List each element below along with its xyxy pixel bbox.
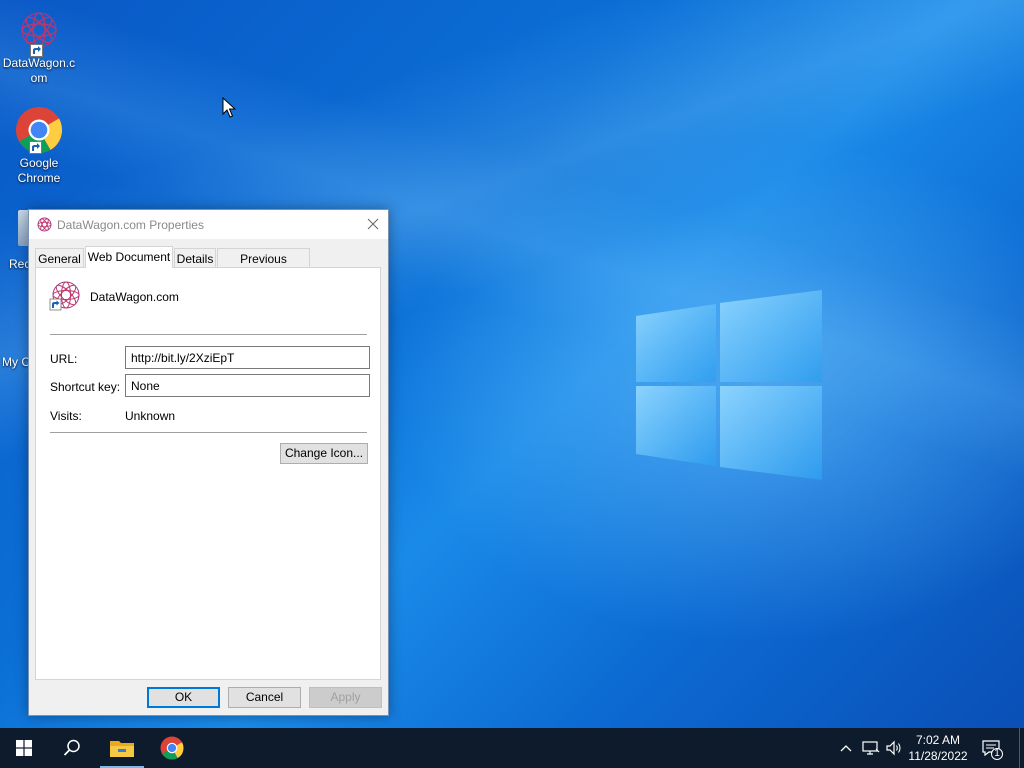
tab-previous-versions[interactable]: Previous Versions — [217, 248, 310, 280]
desktop-icon-label-partial: My C — [2, 355, 30, 369]
windows-start-icon — [16, 740, 32, 756]
dialog-title: DataWagon.com Properties — [57, 218, 204, 232]
file-explorer-icon — [110, 741, 134, 757]
search-button[interactable] — [48, 728, 96, 768]
shortcut-arrow-icon — [30, 44, 43, 57]
system-clock[interactable]: 7:02 AM 11/28/2022 — [900, 732, 976, 764]
desktop: DataWagon.com Google Chrome Rec My C Dat… — [0, 0, 1024, 728]
mouse-cursor-icon — [222, 97, 236, 118]
separator — [50, 432, 367, 433]
action-center-button[interactable]: 1 — [981, 738, 1003, 760]
apply-button[interactable]: Apply — [309, 687, 382, 708]
cancel-button[interactable]: Cancel — [228, 687, 301, 708]
network-icon[interactable] — [862, 739, 880, 757]
desktop-icon-datawagon[interactable]: DataWagon.com — [0, 8, 78, 86]
url-input[interactable] — [125, 346, 370, 369]
shortcut-key-label: Shortcut key: — [50, 380, 121, 394]
shortcut-arrow-icon — [29, 141, 42, 154]
web-document-panel: DataWagon.com URL: Shortcut key: Visits:… — [35, 267, 381, 680]
file-explorer-taskbar-button[interactable] — [98, 728, 146, 768]
search-icon — [63, 739, 80, 756]
clock-date: 11/28/2022 — [908, 749, 968, 763]
start-button[interactable] — [0, 728, 48, 768]
document-name: DataWagon.com — [90, 290, 179, 304]
separator — [50, 334, 367, 335]
dialog-titlebar[interactable]: DataWagon.com Properties — [29, 210, 388, 239]
tab-web-document[interactable]: Web Document — [85, 246, 173, 268]
desktop-icon-label: DataWagon.com — [2, 56, 76, 85]
change-icon-button[interactable]: Change Icon... — [280, 443, 368, 464]
visits-label: Visits: — [50, 409, 82, 423]
chrome-taskbar-button[interactable] — [148, 728, 196, 768]
desktop-icon-label: Google Chrome — [17, 156, 61, 185]
datawagon-icon — [37, 217, 52, 232]
chrome-icon — [160, 736, 184, 760]
show-desktop-button[interactable] — [1019, 728, 1024, 768]
shortcut-key-input[interactable] — [125, 374, 370, 397]
ok-button[interactable]: OK — [147, 687, 220, 708]
taskbar: 7:02 AM 11/28/2022 1 — [0, 728, 1024, 768]
clock-time: 7:02 AM — [915, 733, 961, 747]
notification-count-badge: 1 — [994, 748, 1000, 759]
visits-value: Unknown — [125, 409, 176, 423]
properties-dialog: DataWagon.com Properties General Web Doc… — [28, 209, 389, 716]
close-button[interactable] — [358, 210, 388, 239]
datawagon-icon — [49, 281, 80, 311]
desktop-icon-chrome[interactable]: Google Chrome — [0, 106, 78, 186]
url-label: URL: — [50, 352, 78, 366]
close-icon — [367, 218, 379, 230]
tab-details[interactable]: Details — [174, 248, 216, 268]
wallpaper-windows-logo — [636, 290, 822, 480]
show-hidden-icons-chevron-icon[interactable] — [838, 740, 854, 756]
document-icon — [49, 280, 81, 312]
tab-general[interactable]: General — [35, 248, 84, 268]
